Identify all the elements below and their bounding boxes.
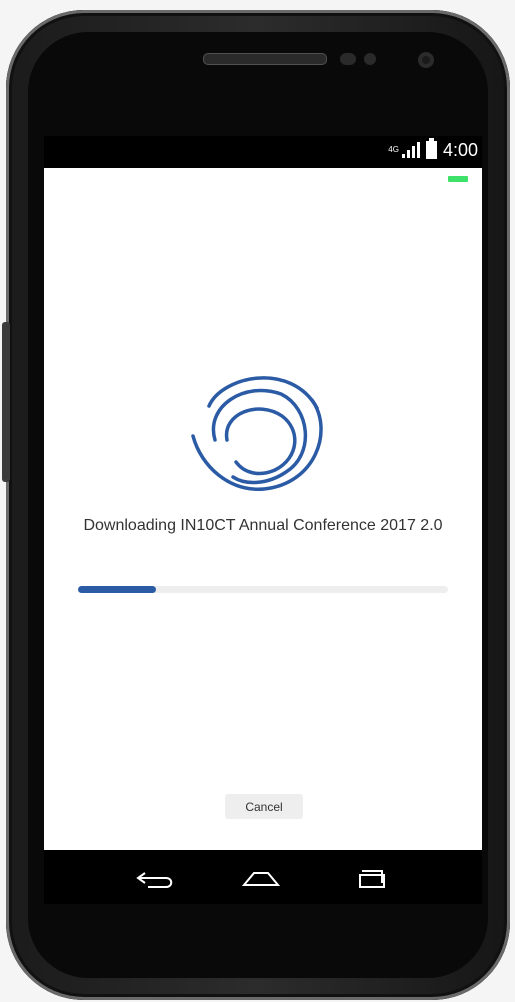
home-button[interactable] [232,857,290,897]
download-message: Downloading IN10CT Annual Conference 201… [83,517,443,534]
light-sensor [364,53,376,65]
volume-button [2,322,10,482]
battery-icon [425,138,437,159]
home-icon [241,872,281,886]
status-indicator-icon [448,176,468,182]
speaker-grill [203,53,327,65]
navigation-bar [44,850,482,904]
cancel-button[interactable]: Cancel [225,794,303,819]
app-screen: Downloading IN10CT Annual Conference 201… [44,168,482,850]
app-logo [191,376,323,491]
download-progress-fill [78,586,156,593]
back-button[interactable] [128,857,186,897]
status-time: 4:00 [442,140,478,160]
back-icon [136,872,173,888]
status-icons: 4G 4:00 [388,138,478,160]
download-progress-bar [78,586,448,593]
proximity-sensor [340,53,356,65]
recent-apps-icon [359,870,385,888]
recent-apps-button[interactable] [346,857,404,897]
front-camera [418,52,434,68]
signal-icon [401,142,420,158]
status-bar: 4G 4:00 [44,136,482,168]
network-label: 4G [388,145,399,154]
